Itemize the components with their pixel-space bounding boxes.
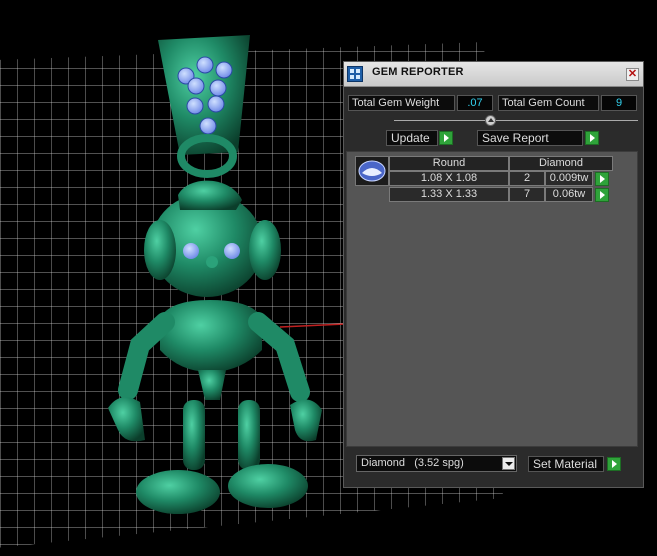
table-row-size: 1.33 X 1.33	[389, 187, 509, 202]
robot-foot-left	[136, 470, 220, 514]
save-report-go-icon[interactable]	[585, 131, 599, 145]
total-gem-count-label: Total Gem Count	[498, 95, 599, 111]
total-gem-weight-label: Total Gem Weight	[348, 95, 455, 111]
panel-divider-slider	[394, 120, 638, 121]
total-gem-weight-value: .07	[457, 95, 493, 111]
update-go-icon[interactable]	[439, 131, 453, 145]
update-button[interactable]: Update	[386, 130, 438, 146]
panel-titlebar[interactable]: GEM REPORTER ✕	[344, 62, 643, 87]
robot-eye-left	[183, 243, 199, 259]
gem-list-area: Round Diamond 1.08 X 1.08 2 0.009tw 1.33…	[346, 151, 638, 447]
row-select-go-icon[interactable]	[595, 172, 609, 186]
table-row-weight: 0.009tw	[545, 171, 593, 186]
set-material-go-icon[interactable]	[607, 457, 621, 471]
gem-reporter-app-icon	[347, 66, 363, 82]
chevron-down-icon[interactable]	[502, 457, 515, 470]
material-select-value: Diamond	[361, 457, 406, 469]
table-row-count: 7	[509, 187, 545, 202]
total-gem-count-value: 9	[601, 95, 637, 111]
row-select-go-icon[interactable]	[595, 188, 609, 202]
table-row-size: 1.08 X 1.08	[389, 171, 509, 186]
table-header-material: Diamond	[509, 156, 613, 171]
save-report-button[interactable]: Save Report	[477, 130, 583, 146]
table-row-weight: 0.06tw	[545, 187, 593, 202]
robot-foot-right	[228, 464, 308, 508]
collapse-toggle-icon[interactable]	[485, 115, 496, 126]
gem-reporter-panel: GEM REPORTER ✕ Total Gem Weight .07 Tota…	[343, 61, 644, 488]
robot-eye-right	[224, 243, 240, 259]
robot-torso	[160, 300, 262, 372]
table-row-count: 2	[509, 171, 545, 186]
close-icon[interactable]: ✕	[626, 68, 639, 81]
set-material-button[interactable]: Set Material	[528, 456, 604, 472]
panel-title: GEM REPORTER	[372, 66, 464, 78]
table-header-shape: Round	[389, 156, 509, 171]
material-select[interactable]: Diamond (3.52 spg)	[356, 455, 517, 472]
round-gem-icon	[355, 156, 389, 186]
material-select-spg: (3.52 spg)	[414, 457, 464, 469]
